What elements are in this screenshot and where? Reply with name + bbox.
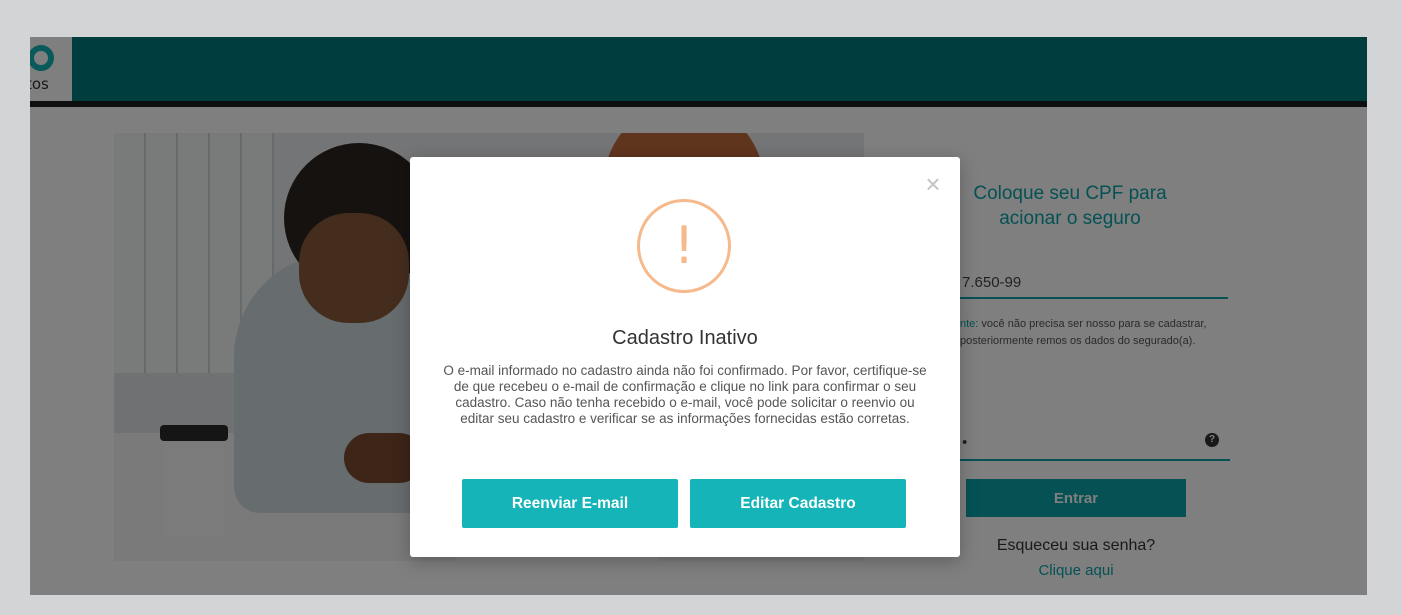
- warning-icon: !: [637, 199, 731, 293]
- modal-message: O e-mail informado no cadastro ainda não…: [443, 363, 927, 426]
- edit-registration-button[interactable]: Editar Cadastro: [690, 479, 906, 528]
- exclamation-icon: !: [673, 216, 695, 276]
- resend-email-button[interactable]: Reenviar E-mail: [462, 479, 678, 528]
- inactive-account-modal: × ! Cadastro Inativo O e-mail informado …: [410, 157, 960, 557]
- modal-title: Cadastro Inativo: [612, 327, 758, 349]
- close-icon[interactable]: ×: [918, 169, 948, 199]
